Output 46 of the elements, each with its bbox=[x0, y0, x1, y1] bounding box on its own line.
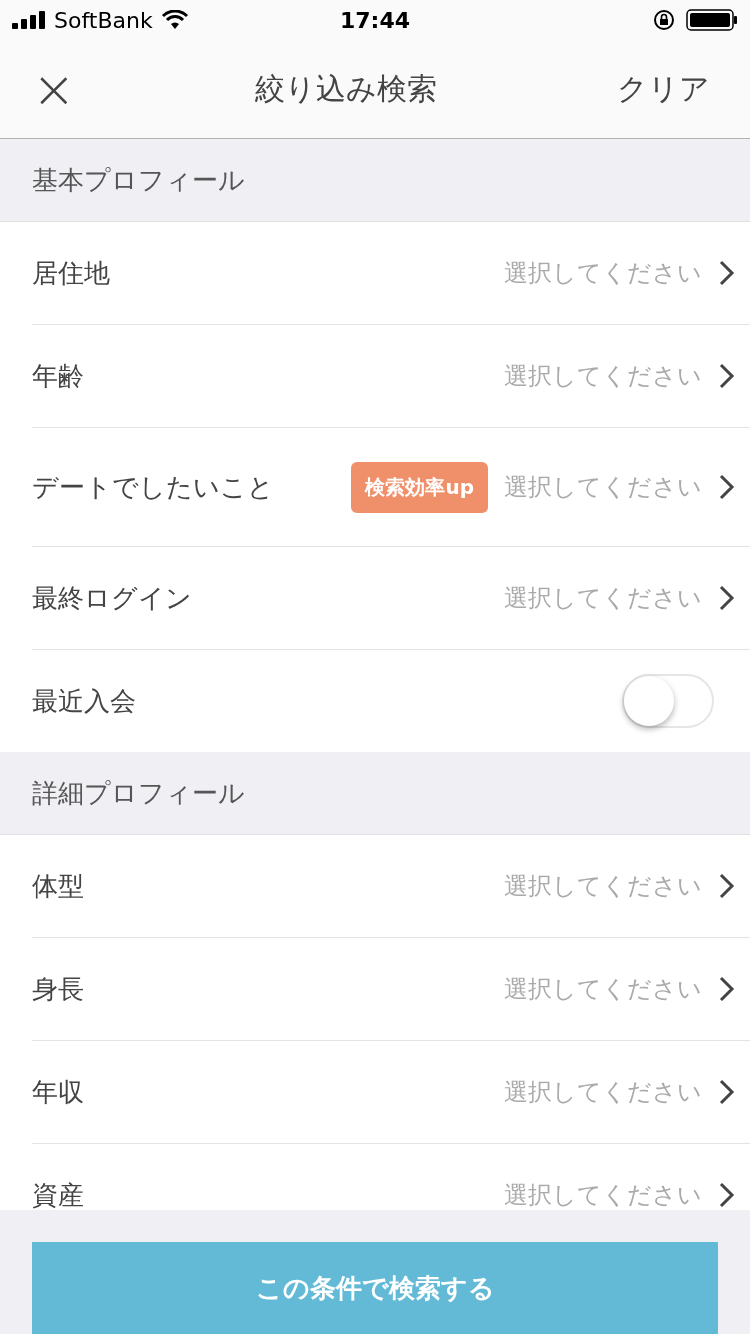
filter-value: 選択してください bbox=[504, 974, 702, 1005]
status-time: 17:44 bbox=[340, 7, 410, 33]
toggle-switch[interactable] bbox=[622, 674, 714, 728]
filter-row[interactable]: 年収 選択してください bbox=[32, 1041, 750, 1144]
carrier-name: SoftBank bbox=[54, 7, 153, 33]
filter-row[interactable]: 年齢 選択してください bbox=[32, 325, 750, 428]
close-button[interactable]: × bbox=[32, 63, 76, 115]
filter-label: 最終ログイン bbox=[32, 581, 193, 615]
section-title: 詳細プロフィール bbox=[32, 776, 245, 810]
chevron-right-icon bbox=[718, 975, 736, 1003]
filter-label: 身長 bbox=[32, 972, 85, 1006]
page-title: 絞り込み検索 bbox=[255, 69, 438, 108]
chevron-right-icon bbox=[718, 362, 736, 390]
signal-icon bbox=[12, 11, 46, 29]
chevron-right-icon bbox=[718, 1078, 736, 1106]
chevron-right-icon bbox=[718, 584, 736, 612]
rotation-lock-icon bbox=[652, 8, 676, 32]
chevron-right-icon bbox=[718, 473, 736, 501]
filter-label: 居住地 bbox=[32, 256, 111, 290]
filter-row[interactable]: デートでしたいこと 検索効率up 選択してください bbox=[32, 428, 750, 547]
filter-value: 選択してください bbox=[504, 1077, 702, 1108]
filter-row[interactable]: 身長 選択してください bbox=[32, 938, 750, 1041]
chevron-right-icon bbox=[718, 872, 736, 900]
section-title: 基本プロフィール bbox=[32, 163, 245, 197]
filter-row[interactable]: 最終ログイン 選択してください bbox=[32, 547, 750, 650]
filter-value: 選択してください bbox=[504, 472, 702, 503]
wifi-icon bbox=[160, 10, 189, 30]
filter-value: 選択してください bbox=[504, 871, 702, 902]
filter-label: デートでしたいこと bbox=[32, 470, 275, 504]
filter-value: 選択してください bbox=[504, 1180, 702, 1210]
filter-row[interactable]: 居住地 選択してください bbox=[32, 222, 750, 325]
chevron-right-icon bbox=[718, 259, 736, 287]
filter-label: 年齢 bbox=[32, 359, 85, 393]
filter-value: 選択してください bbox=[504, 258, 702, 289]
filter-label: 資産 bbox=[32, 1178, 85, 1210]
filter-value: 選択してください bbox=[504, 583, 702, 614]
battery-icon bbox=[686, 9, 738, 31]
filter-row[interactable]: 資産 選択してください bbox=[32, 1144, 750, 1210]
filter-value: 選択してください bbox=[504, 361, 702, 392]
filter-label: 年収 bbox=[32, 1075, 85, 1109]
chevron-right-icon bbox=[718, 1181, 736, 1209]
filter-label: 体型 bbox=[32, 869, 85, 903]
badge: 検索効率up bbox=[351, 461, 488, 513]
clear-button[interactable]: クリア bbox=[617, 68, 710, 110]
filter-label: 最近入会 bbox=[32, 684, 137, 718]
filter-row[interactable]: 体型 選択してください bbox=[32, 835, 750, 938]
